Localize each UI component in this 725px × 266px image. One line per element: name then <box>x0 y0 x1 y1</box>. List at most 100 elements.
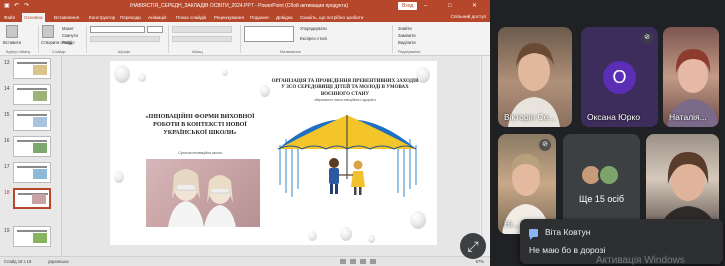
font-size-select[interactable] <box>147 26 163 33</box>
undo-icon[interactable]: ↶ <box>14 0 19 12</box>
thumb-number: 16 <box>4 138 10 144</box>
slide-thumbnails-pane[interactable]: 13 14 15 16 17 18 19 <box>0 56 62 256</box>
slide-right-subtitle: збереження психо-емоційного здоров'я <box>314 98 376 102</box>
paragraph-buttons[interactable] <box>172 26 232 33</box>
slide-thumbnail-active[interactable] <box>13 188 51 209</box>
tab-insert[interactable]: Вставлення <box>52 13 81 22</box>
participant-name: Ні... <box>504 219 520 229</box>
slide-editor: «ІННОВАЦІЙНІ ФОРМИ ВИХОВНОЇ РОБОТИ В КОН… <box>62 56 480 256</box>
group-drawing: Малювання <box>280 50 301 54</box>
group-paragraph: Абзац <box>192 50 203 54</box>
redo-icon[interactable]: ↷ <box>24 0 29 12</box>
avatar <box>598 164 620 186</box>
minimize-icon[interactable]: – <box>424 0 427 12</box>
new-slide-icon[interactable] <box>42 25 54 38</box>
share-button[interactable]: Спільний доступ <box>451 13 486 21</box>
current-slide[interactable]: «ІННОВАЦІЙНІ ФОРМИ ВИХОВНОЇ РОБОТИ В КОН… <box>110 61 437 245</box>
font-name-select[interactable] <box>90 26 145 33</box>
participant-tile[interactable]: ⊘ О Оксана Юрко <box>581 27 658 127</box>
tab-design[interactable]: Конструктор <box>87 13 117 22</box>
thumb-number: 17 <box>4 164 10 170</box>
paste-icon[interactable] <box>6 25 18 38</box>
section-button[interactable]: Розділ <box>62 40 75 45</box>
powerpoint-window: ▣ ↶ ↷ ІНАВІЯСТІЯ_СЕРЕДН_ЗАКЛАДІВ ОСВІТИ_… <box>0 0 490 266</box>
mic-off-icon: ⊘ <box>641 32 653 44</box>
zoom-level[interactable]: 67% <box>476 259 484 264</box>
water-drop <box>368 235 375 243</box>
water-drop <box>114 171 124 183</box>
ribbon-tabs: Файл Основна Вставлення Конструктор Пере… <box>0 12 490 22</box>
view-buttons[interactable] <box>340 259 440 264</box>
fullscreen-button[interactable]: ⤢ <box>460 233 486 259</box>
thumb-number: 19 <box>4 228 10 234</box>
tab-home[interactable]: Основна <box>22 13 45 22</box>
select-button[interactable]: Виділити <box>398 40 416 45</box>
umbrella-children-image <box>272 109 422 201</box>
participant-tile[interactable]: Наталія... <box>663 27 719 127</box>
group-editing: Редагування <box>398 50 421 54</box>
activation-watermark: Активація Windows <box>596 255 685 266</box>
mic-off-icon: ⊘ <box>539 139 551 151</box>
group-font: Шрифт <box>118 50 131 54</box>
water-drop <box>340 227 352 241</box>
slide-thumbnail[interactable] <box>13 58 51 79</box>
slide-thumbnail[interactable] <box>13 226 51 247</box>
vr-girls-image <box>146 159 260 227</box>
thumb-number: 18 <box>4 190 10 196</box>
water-drop <box>260 85 270 97</box>
find-button[interactable]: Знайти <box>398 26 412 31</box>
title-bar: ▣ ↶ ↷ ІНАВІЯСТІЯ_СЕРЕДН_ЗАКЛАДІВ ОСВІТИ_… <box>0 0 490 12</box>
quick-styles-button[interactable]: Експрес-стилі <box>300 36 327 41</box>
vertical-scrollbar[interactable] <box>481 56 489 256</box>
participant-name: Оксана Юрко <box>587 112 641 122</box>
chat-icon <box>529 229 538 240</box>
slide-thumbnail[interactable] <box>13 162 51 183</box>
close-icon[interactable]: ✕ <box>472 0 477 12</box>
avatar: О <box>603 61 636 94</box>
font-format-buttons[interactable] <box>90 36 160 42</box>
tab-view[interactable]: Подання <box>248 13 271 22</box>
save-icon[interactable]: ▣ <box>4 0 10 12</box>
replace-button[interactable]: Замінити <box>398 33 416 38</box>
water-drop <box>308 231 317 241</box>
slide-thumbnail[interactable] <box>13 110 51 131</box>
language-indicator[interactable]: українська <box>48 259 69 264</box>
ribbon: Вставити Буфер обміну Створити слайд Мак… <box>0 22 490 56</box>
slide-left-subtitle: Сучасна інноваційна школа <box>178 151 222 155</box>
tab-transitions[interactable]: Переходи <box>118 13 143 22</box>
tell-me-search[interactable]: Скажіть, що потрібно зробити <box>298 13 365 22</box>
participant-tile[interactable]: Вікторія Се... <box>498 27 572 127</box>
thumb-number: 14 <box>4 86 10 92</box>
participant-name: Наталія... <box>669 112 707 122</box>
chat-message: Не маю бо в дорозі <box>529 245 606 255</box>
slide-thumbnail[interactable] <box>13 84 51 105</box>
slide-thumbnail[interactable] <box>13 136 51 157</box>
more-participants-tile[interactable]: Ще 15 осіб <box>563 134 640 232</box>
participant-name: Вікторія Се... <box>504 112 556 122</box>
layout-button[interactable]: Макет <box>62 26 74 31</box>
thumb-number: 15 <box>4 112 10 118</box>
alignment-buttons[interactable] <box>172 36 232 42</box>
tab-animations[interactable]: Анімація <box>146 13 168 22</box>
water-drop <box>114 65 130 83</box>
status-bar: Слайд 18 з 19 українська 67% <box>0 256 490 266</box>
expand-icon: ⤢ <box>467 238 479 254</box>
tab-review[interactable]: Рецензування <box>212 13 246 22</box>
screen: ▣ ↶ ↷ ІНАВІЯСТІЯ_СЕРЕДН_ЗАКЛАДІВ ОСВІТИ_… <box>0 0 725 266</box>
tab-slideshow[interactable]: Показ слайдів <box>174 13 208 22</box>
water-drop <box>138 73 146 82</box>
group-clipboard: Буфер обміну <box>6 50 31 54</box>
maximize-icon[interactable]: □ <box>448 0 452 12</box>
group-slides: Слайди <box>52 50 66 54</box>
tab-help[interactable]: Довідка <box>274 13 295 22</box>
window-title: ІНАВІЯСТІЯ_СЕРЕДН_ЗАКЛАДІВ ОСВІТИ_2024.P… <box>130 3 349 9</box>
paste-button[interactable]: Вставити <box>3 40 21 45</box>
chat-sender: Віта Ковтун <box>545 227 591 237</box>
tab-file[interactable]: Файл <box>2 13 17 22</box>
water-drop <box>410 211 426 229</box>
arrange-button[interactable]: Упорядкувати <box>300 26 327 31</box>
reset-button[interactable]: Скинути <box>62 33 78 38</box>
shapes-gallery[interactable] <box>244 26 294 42</box>
signin-button[interactable]: Вход <box>398 2 418 10</box>
slide-left-title: «ІННОВАЦІЙНІ ФОРМИ ВИХОВНОЇ РОБОТИ В КОН… <box>145 113 255 136</box>
